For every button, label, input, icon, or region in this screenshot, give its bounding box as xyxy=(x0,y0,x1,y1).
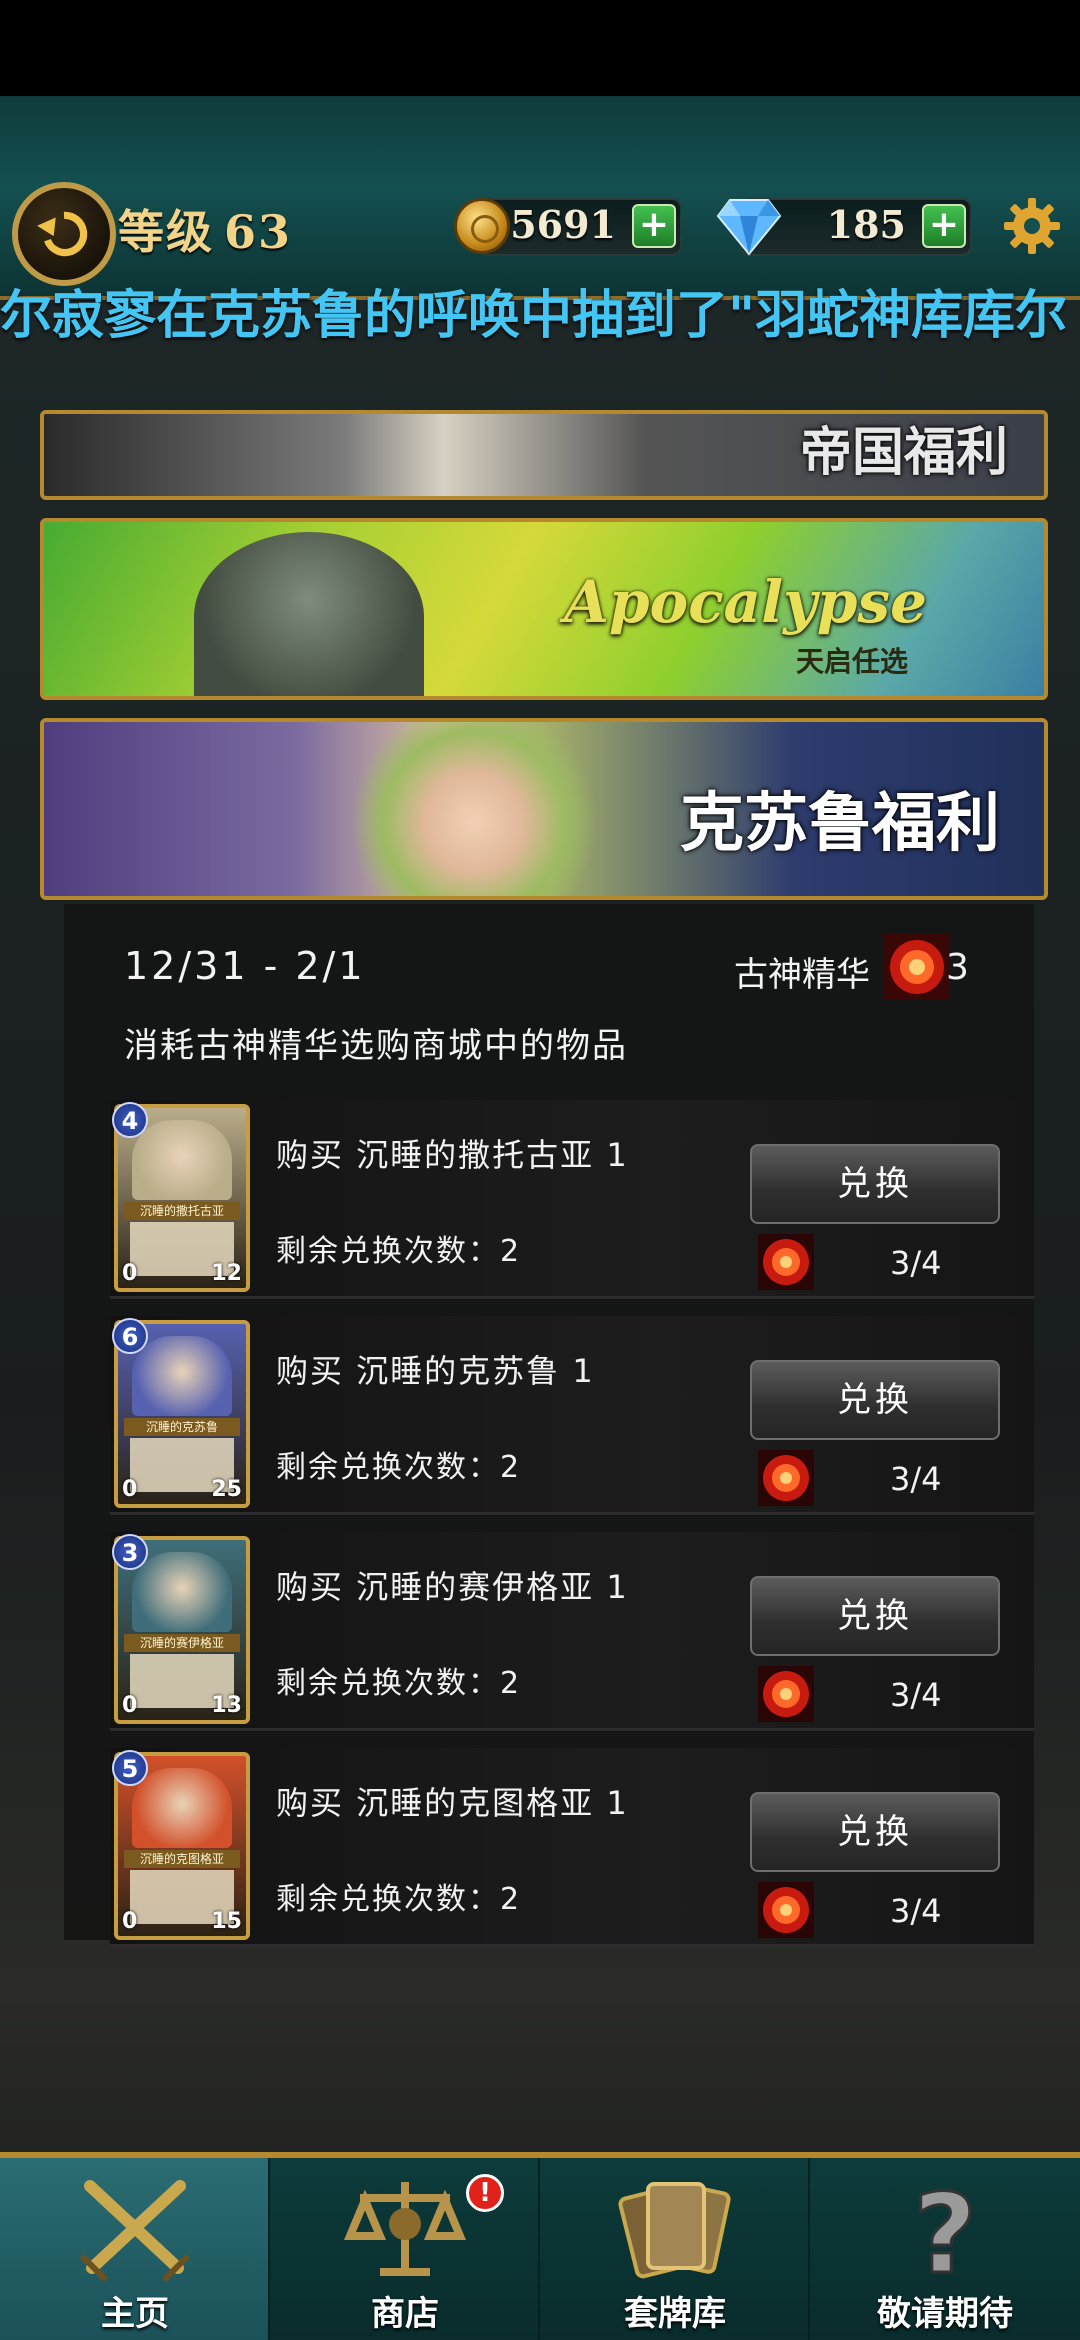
card-cost-badge: 6 xyxy=(112,1318,148,1354)
card-attack: 0 xyxy=(122,1477,138,1502)
nav-deck[interactable]: 套牌库 xyxy=(540,2158,810,2340)
announcement-ticker: 尔寂寥在克苏鲁的呼唤中抽到了"羽蛇神库库尔 xyxy=(0,286,1068,346)
card-art xyxy=(132,1336,232,1416)
question-mark-icon: ? xyxy=(912,2172,979,2284)
card-health: 25 xyxy=(211,1477,242,1502)
ancient-essence-icon xyxy=(758,1882,814,1938)
status-bar xyxy=(0,0,1080,96)
card-deck-icon xyxy=(618,2182,731,2279)
back-arrow-icon xyxy=(37,211,88,257)
nav-label: 主页 xyxy=(101,2294,169,2334)
coin-amount: 5691 xyxy=(510,202,616,247)
card-thumbnail[interactable]: 4 沉睡的撒托古亚 0 12 xyxy=(112,1102,250,1292)
card-health: 12 xyxy=(211,1261,242,1286)
item-cost: 3/4 xyxy=(890,1460,942,1498)
item-title: 购买 沉睡的撒托古亚 1 xyxy=(276,1136,629,1174)
card-thumbnail[interactable]: 5 沉睡的克图格亚 0 15 xyxy=(112,1750,250,1940)
banner-empire-welfare[interactable]: 帝国福利 xyxy=(40,410,1048,500)
shop-item-row: 4 沉睡的撒托古亚 0 12 购买 沉睡的撒托古亚 1 剩余兑换次数：2 兑换 3/4 xyxy=(110,1100,1034,1299)
card-health: 15 xyxy=(211,1909,242,1934)
item-title: 购买 沉睡的赛伊格亚 1 xyxy=(276,1568,629,1606)
card-attack: 0 xyxy=(122,1693,138,1718)
card-cost-badge: 4 xyxy=(112,1102,148,1138)
banner-apocalypse[interactable]: Apocalypse 天启任选 xyxy=(40,518,1048,700)
card-thumbnail[interactable]: 3 沉睡的赛伊格亚 0 13 xyxy=(112,1534,250,1724)
banner-cthulhu-welfare[interactable]: 克苏鲁福利 xyxy=(40,718,1048,900)
banner-subtitle: 天启任选 xyxy=(796,645,909,678)
event-date-range: 12/31 - 2/1 xyxy=(124,944,366,988)
shop-description: 消耗古神精华选购商城中的物品 xyxy=(124,1026,628,1066)
card-name: 沉睡的克图格亚 xyxy=(124,1850,240,1868)
bottom-nav: 主页 商店 套牌库 ? 敬请期待 xyxy=(0,2152,1080,2340)
nav-label: 敬请期待 xyxy=(877,2294,1013,2334)
nav-label: 商店 xyxy=(371,2294,439,2334)
card-name: 沉睡的撒托古亚 xyxy=(124,1202,240,1220)
card-art xyxy=(132,1768,232,1848)
item-cost: 3/4 xyxy=(890,1244,942,1282)
card-name: 沉睡的赛伊格亚 xyxy=(124,1634,240,1652)
card-thumbnail[interactable]: 6 沉睡的克苏鲁 0 25 xyxy=(112,1318,250,1508)
shop-item-row: 3 沉睡的赛伊格亚 0 13 购买 沉睡的赛伊格亚 1 剩余兑换次数：2 兑换 3/4 xyxy=(110,1532,1034,1731)
shop-item-row: 5 沉睡的克图格亚 0 15 购买 沉睡的克图格亚 1 剩余兑换次数：2 兑换 3/4 xyxy=(110,1748,1034,1947)
redeem-button[interactable]: 兑换 xyxy=(750,1576,1000,1656)
player-level: 等级 63 xyxy=(118,196,292,262)
shop-notification-badge: ! xyxy=(466,2174,504,2212)
redeem-button[interactable]: 兑换 xyxy=(750,1792,1000,1872)
item-cost: 3/4 xyxy=(890,1676,942,1714)
add-coins-button[interactable]: + xyxy=(632,204,676,248)
level-label: 等级 xyxy=(118,205,214,259)
coin-icon xyxy=(454,198,510,254)
add-gems-button[interactable]: + xyxy=(922,204,966,248)
back-button[interactable] xyxy=(12,182,116,286)
ancient-essence-icon xyxy=(758,1234,814,1290)
gem-amount: 185 xyxy=(826,202,906,247)
card-cost-badge: 3 xyxy=(112,1534,148,1570)
ancient-essence-icon xyxy=(758,1450,814,1506)
remaining-redemptions: 剩余兑换次数：2 xyxy=(276,1450,522,1485)
crossed-swords-icon xyxy=(79,2180,191,2283)
essence-count: 3 xyxy=(946,947,969,988)
redeem-button[interactable]: 兑换 xyxy=(750,1144,1000,1224)
item-cost: 3/4 xyxy=(890,1892,942,1930)
card-art xyxy=(132,1552,232,1632)
gear-icon[interactable] xyxy=(1002,196,1062,256)
remaining-redemptions: 剩余兑换次数：2 xyxy=(276,1234,522,1269)
banner-title: 克苏鲁福利 xyxy=(680,787,1000,861)
nav-coming-soon[interactable]: ? 敬请期待 xyxy=(810,2158,1080,2340)
card-attack: 0 xyxy=(122,1261,138,1286)
remaining-redemptions: 剩余兑换次数：2 xyxy=(276,1666,522,1701)
level-value: 63 xyxy=(224,205,293,259)
ancient-essence-icon xyxy=(758,1666,814,1722)
essence-label: 古神精华 xyxy=(734,955,870,995)
nav-home[interactable]: 主页 xyxy=(0,2158,270,2340)
card-attack: 0 xyxy=(122,1909,138,1934)
nav-label: 套牌库 xyxy=(624,2294,726,2334)
card-health: 13 xyxy=(211,1693,242,1718)
banner-title: 帝国福利 xyxy=(799,423,1008,483)
item-title: 购买 沉睡的克图格亚 1 xyxy=(276,1784,629,1822)
banner-title: Apocalypse xyxy=(564,568,927,636)
scales-icon xyxy=(344,2182,466,2276)
redeem-button[interactable]: 兑换 xyxy=(750,1360,1000,1440)
remaining-redemptions: 剩余兑换次数：2 xyxy=(276,1882,522,1917)
banner-character xyxy=(344,722,604,896)
svg-text:?: ? xyxy=(913,2172,977,2284)
card-art xyxy=(132,1120,232,1200)
shop-item-row: 6 沉睡的克苏鲁 0 25 购买 沉睡的克苏鲁 1 剩余兑换次数：2 兑换 3/4 xyxy=(110,1316,1034,1515)
diamond-icon xyxy=(716,199,782,256)
card-cost-badge: 5 xyxy=(112,1750,148,1786)
card-name: 沉睡的克苏鲁 xyxy=(124,1418,240,1436)
ancient-essence-icon xyxy=(884,934,950,1000)
item-title: 购买 沉睡的克苏鲁 1 xyxy=(276,1352,595,1390)
banner-figure xyxy=(194,532,424,696)
